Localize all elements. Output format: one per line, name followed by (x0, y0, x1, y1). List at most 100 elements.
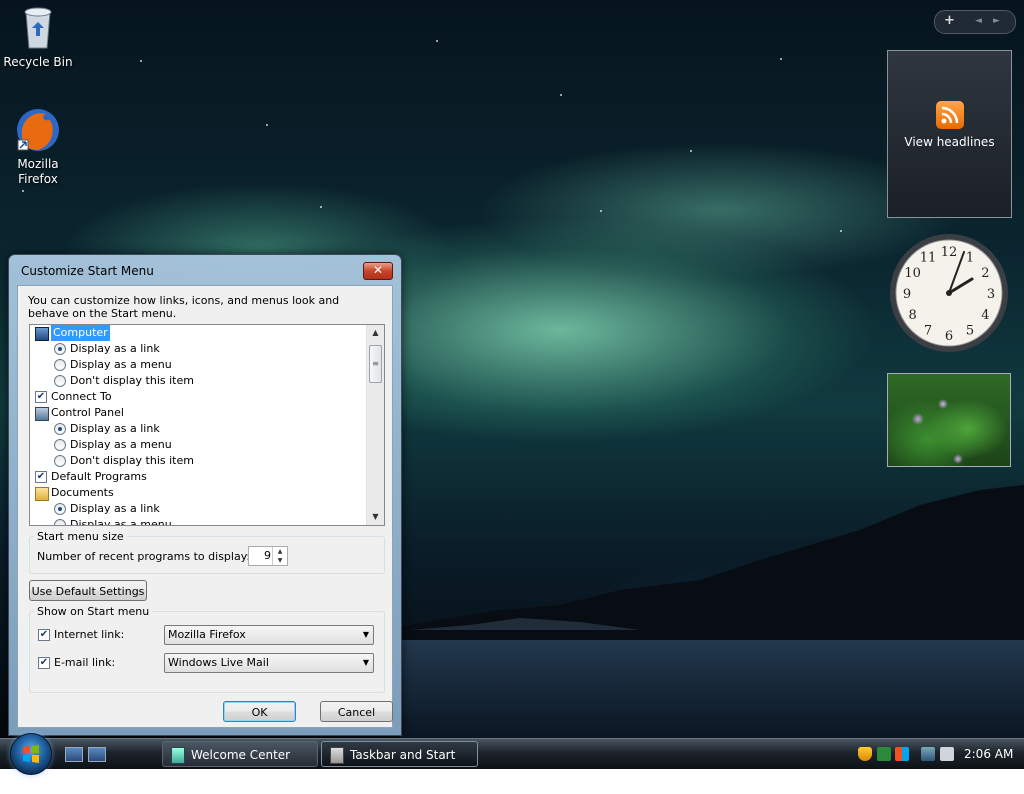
radio-label: Display as a menu (70, 438, 172, 451)
dialog-client: You can customize how links, icons, and … (17, 285, 393, 728)
radio-unchecked-icon[interactable] (54, 519, 66, 525)
network-icon[interactable] (921, 747, 935, 761)
clock-number: 8 (908, 308, 916, 323)
task-welcome-center[interactable]: Welcome Center (162, 741, 318, 767)
feed-headlines-gadget[interactable]: View headlines (887, 50, 1012, 218)
add-gadget-button[interactable]: + (944, 13, 955, 28)
checkbox-label: Connect To (51, 390, 112, 403)
list-item-radio[interactable]: Display as a menu (30, 357, 366, 373)
email-link-value: Windows Live Mail (168, 656, 269, 669)
list-item-radio[interactable]: Display as a menu (30, 437, 366, 453)
clock-number: 1 (966, 251, 974, 266)
gadgets-next-button[interactable]: ► (993, 16, 1000, 26)
cancel-button[interactable]: Cancel (320, 701, 393, 722)
clock-number: 6 (945, 329, 953, 344)
chevron-down-icon: ▼ (362, 658, 369, 667)
taskbar-properties-icon (330, 747, 344, 764)
list-item-header[interactable]: Documents (30, 485, 366, 501)
list-item-radio[interactable]: Display as a menu (30, 517, 366, 526)
lake-reflection (400, 640, 1024, 738)
email-link-checkbox[interactable]: ✔ (38, 657, 50, 669)
recent-programs-label: Number of recent programs to display: (37, 550, 251, 563)
checkbox-checked-icon[interactable]: ✔ (35, 391, 47, 403)
task-label: Taskbar and Start M... (350, 748, 456, 788)
list-item-radio[interactable]: Display as a link (30, 421, 366, 437)
use-default-settings-button[interactable]: Use Default Settings (29, 580, 147, 601)
clock-number: 10 (904, 266, 921, 281)
internet-link-dropdown[interactable]: Mozilla Firefox ▼ (164, 625, 374, 645)
windows-update-icon[interactable] (895, 747, 909, 761)
list-item-label: Computer (51, 325, 110, 341)
list-item-radio[interactable]: Display as a link (30, 501, 366, 517)
email-link-label: E-mail link: (54, 656, 116, 669)
network-check-icon[interactable] (877, 747, 891, 761)
clock-number: 11 (920, 251, 937, 266)
radio-label: Display as a menu (70, 518, 172, 526)
dialog-title: Customize Start Menu (21, 264, 154, 278)
list-item-header[interactable]: Control Panel (30, 405, 366, 421)
list-item-radio[interactable]: Display as a link (30, 341, 366, 357)
recycle-bin-shortcut[interactable]: Recycle Bin (0, 4, 76, 70)
list-item-radio[interactable]: Don't display this item (30, 453, 366, 469)
list-item-header[interactable]: Computer (30, 325, 366, 341)
internet-link-checkbox[interactable]: ✔ (38, 629, 50, 641)
list-item-checkbox[interactable]: ✔ Default Programs (30, 469, 366, 485)
radio-label: Display as a link (70, 502, 160, 515)
scroll-up-arrow-icon[interactable]: ▲ (367, 325, 384, 341)
radio-checked-icon[interactable] (54, 343, 66, 355)
show-desktop-icon[interactable] (65, 747, 83, 762)
chevron-down-icon: ▼ (362, 630, 369, 639)
intro-text: You can customize how links, icons, and … (28, 294, 340, 320)
radio-unchecked-icon[interactable] (54, 455, 66, 467)
clock-number: 9 (903, 287, 911, 302)
scroll-down-arrow-icon[interactable]: ▼ (367, 509, 384, 525)
documents-icon (35, 487, 49, 501)
checkbox-label: Default Programs (51, 470, 147, 483)
task-label: Welcome Center (191, 748, 291, 762)
taskbar-clock[interactable]: 2:06 AM (964, 739, 1013, 769)
radio-checked-icon[interactable] (54, 503, 66, 515)
show-on-start-menu-group: Show on Start menu ✔ Internet link: Mozi… (29, 605, 385, 693)
clock-number: 3 (987, 287, 995, 302)
clock-number: 12 (941, 245, 958, 260)
ok-button[interactable]: OK (223, 701, 296, 722)
task-taskbar-start-menu[interactable]: Taskbar and Start M... (321, 741, 478, 788)
recent-programs-value: 9 (264, 549, 271, 562)
switch-windows-icon[interactable] (88, 747, 106, 762)
internet-link-value: Mozilla Firefox (168, 628, 246, 641)
view-headlines-label: View headlines (904, 135, 995, 149)
radio-label: Don't display this item (70, 454, 194, 467)
scroll-thumb[interactable]: ≡ (369, 345, 382, 383)
radio-unchecked-icon[interactable] (54, 375, 66, 387)
radio-label: Don't display this item (70, 374, 194, 387)
radio-label: Display as a link (70, 342, 160, 355)
customize-start-menu-dialog: Customize Start Menu ✕ You can customize… (8, 254, 402, 736)
clock-number: 5 (966, 323, 974, 338)
radio-label: Display as a menu (70, 358, 172, 371)
firefox-label: Mozilla Firefox (17, 157, 59, 186)
clock-gadget[interactable]: 12 12 3 45678 9 1011 (888, 232, 1010, 354)
recent-programs-stepper[interactable]: 9 ▲ ▼ (248, 546, 288, 566)
slideshow-gadget[interactable] (887, 373, 1011, 467)
firefox-shortcut[interactable]: Mozilla Firefox (0, 106, 76, 187)
list-item-radio[interactable]: Don't display this item (30, 373, 366, 389)
radio-unchecked-icon[interactable] (54, 439, 66, 451)
list-item-checkbox[interactable]: ✔ Connect To (30, 389, 366, 405)
radio-checked-icon[interactable] (54, 423, 66, 435)
email-link-dropdown[interactable]: Windows Live Mail ▼ (164, 653, 374, 673)
clock-number: 2 (981, 266, 989, 281)
spin-arrows-icon[interactable]: ▲ ▼ (272, 547, 287, 565)
list-scrollbar[interactable]: ▲ ≡ ▼ (366, 325, 384, 525)
close-button[interactable]: ✕ (363, 262, 393, 280)
checkbox-checked-icon[interactable]: ✔ (35, 471, 47, 483)
clock-number: 7 (924, 323, 932, 338)
radio-label: Display as a link (70, 422, 160, 435)
volume-muted-icon[interactable] (940, 747, 954, 761)
start-button[interactable] (10, 733, 52, 775)
gadgets-prev-button[interactable]: ◄ (975, 16, 982, 26)
start-menu-size-legend: Start menu size (34, 530, 127, 543)
start-menu-options-list[interactable]: Computer Display as a link Display as a me… (29, 324, 385, 526)
radio-unchecked-icon[interactable] (54, 359, 66, 371)
list-item-label: Documents (51, 486, 114, 499)
security-shield-icon[interactable] (858, 747, 872, 761)
